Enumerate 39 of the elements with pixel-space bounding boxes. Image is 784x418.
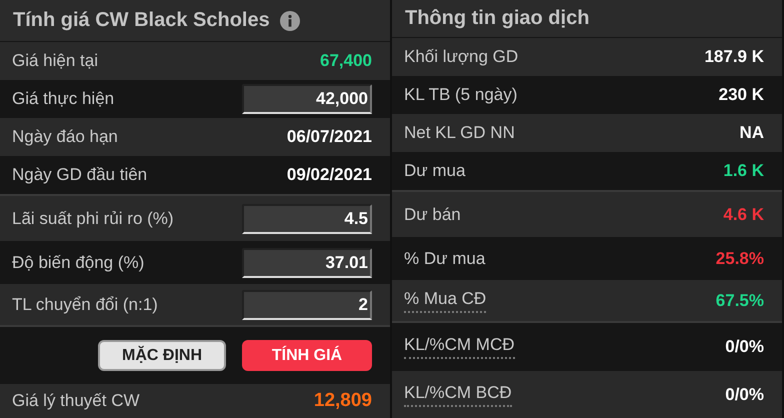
- row-label: Dư mua: [404, 161, 466, 181]
- panel-title: Thông tin giao dịch: [405, 7, 590, 30]
- info-icon[interactable]: [280, 10, 300, 30]
- row-label: % Mua CĐ: [404, 288, 486, 312]
- row-value: 0/0%: [725, 337, 764, 357]
- row-label: Giá hiện tại: [12, 51, 98, 71]
- row-label: TL chuyển đổi (n:1): [12, 294, 158, 314]
- row-value: 06/07/2021: [286, 127, 372, 147]
- row-label: KL/%CM BCĐ: [404, 382, 512, 406]
- row-label: % Dư mua: [404, 248, 486, 268]
- row-value: NA: [739, 123, 764, 143]
- row-label: KL TB (5 ngày): [404, 85, 518, 105]
- row-value: 1.6 K: [723, 161, 764, 181]
- calculate-button[interactable]: TÍNH GIÁ: [242, 340, 372, 371]
- input-field[interactable]: 4.5: [242, 204, 372, 234]
- input-field[interactable]: 2: [242, 290, 372, 320]
- row-value: 09/02/2021: [286, 165, 372, 185]
- row-label: Net KL GD NN: [404, 123, 515, 143]
- input-field[interactable]: 42,000: [242, 84, 372, 114]
- result-label: Giá lý thuyết CW: [12, 391, 140, 411]
- row-value: 0/0%: [725, 384, 764, 404]
- row-value: 187.9 K: [704, 47, 764, 67]
- row-value: 4.6 K: [723, 204, 764, 224]
- default-button[interactable]: MẶC ĐỊNH: [98, 340, 226, 371]
- panel-title: Tính giá CW Black Scholes: [13, 9, 270, 32]
- input-field[interactable]: 37.01: [242, 248, 372, 278]
- row-value: 67,400: [320, 51, 372, 71]
- row-label: Giá thực hiện: [12, 89, 114, 109]
- row-value: 25.8%: [716, 248, 764, 268]
- row-label: Lãi suất phi rủi ro (%): [12, 208, 174, 228]
- row-label: KL/%CM MCĐ: [404, 335, 515, 359]
- row-label: Dư bán: [404, 204, 461, 224]
- row-value: 67.5%: [716, 290, 764, 310]
- row-label: Độ biến động (%): [12, 252, 144, 272]
- row-value: 230 K: [718, 85, 764, 105]
- result-value: 12,809: [314, 390, 372, 412]
- row-label: Khối lượng GD: [404, 47, 518, 67]
- row-label: Ngày GD đầu tiên: [12, 165, 148, 185]
- row-label: Ngày đáo hạn: [12, 127, 118, 147]
